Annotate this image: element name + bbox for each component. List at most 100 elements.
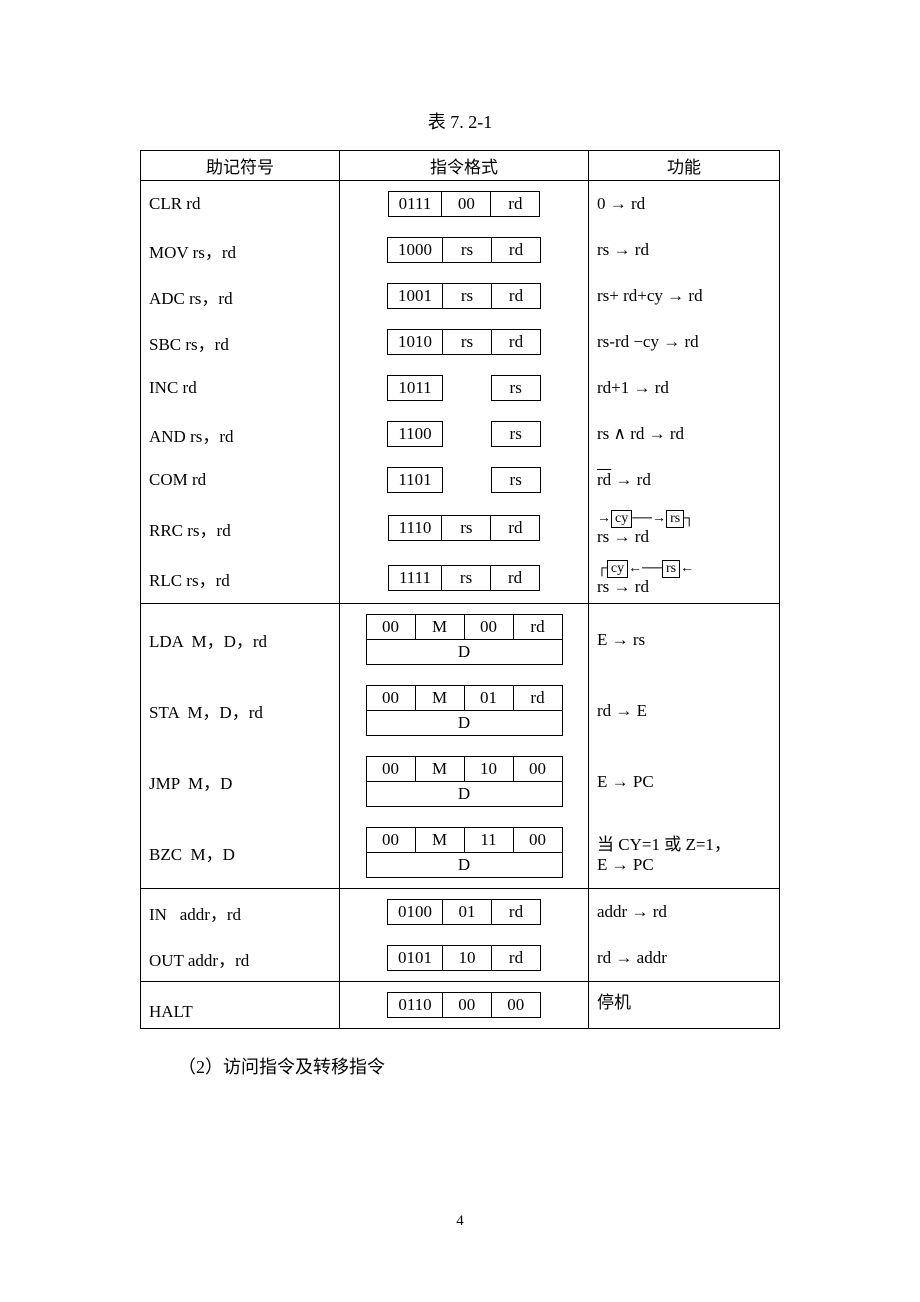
format-box: 00M1100D — [366, 827, 563, 878]
instruction-table: 助记符号 指令格式 功能 CLR rd011100rd0 → rdMOV rs，… — [140, 150, 780, 1029]
field1: 00 — [442, 993, 491, 1018]
mnemonic-cell: LDA M，D，rd — [141, 604, 340, 676]
format-cell: 1010rsrd — [340, 319, 589, 365]
opcode: 1001 — [388, 284, 443, 309]
format-box: 010001rd — [387, 899, 541, 925]
opcode: 1101 — [388, 468, 442, 493]
field1: rs — [443, 284, 492, 309]
table-row: RRC rs，rd1110rsrd→cy──→rs┐rs → rd — [141, 503, 780, 553]
opcode: 1011 — [388, 376, 442, 401]
mnemonic-cell: SBC rs，rd — [141, 319, 340, 365]
field2: rd — [492, 284, 541, 309]
field-empty — [442, 376, 491, 401]
table-row: IN addr，rd010001rdaddr → rd — [141, 889, 780, 936]
function-cell: rd → addr — [589, 935, 780, 982]
p1: 00 — [366, 615, 415, 640]
p1: 00 — [366, 828, 415, 853]
opcode: 0111 — [388, 192, 442, 217]
mnemonic-cell: IN addr，rd — [141, 889, 340, 936]
p4: rd — [513, 615, 562, 640]
format-cell: 1001rsrd — [340, 273, 589, 319]
field1: rs — [443, 330, 492, 355]
format-cell: 1000rsrd — [340, 227, 589, 273]
field2: rd — [491, 516, 540, 541]
field2: rs — [491, 422, 540, 447]
field1: 00 — [442, 192, 491, 217]
table-row: INC rd 1011 rs rd+1 → rd — [141, 365, 780, 411]
format-cell: 1011 rs — [340, 365, 589, 411]
field2: rs — [491, 376, 540, 401]
function-cell: rd+1 → rd — [589, 365, 780, 411]
table-row: HALT01100000停机 — [141, 982, 780, 1029]
format-cell: 010001rd — [340, 889, 589, 936]
field1: rs — [442, 516, 491, 541]
field2: rd — [492, 330, 541, 355]
format-box: 1001rsrd — [387, 283, 541, 309]
p3: 01 — [464, 686, 513, 711]
format-cell: 011100rd — [340, 181, 589, 228]
col-format: 指令格式 — [340, 151, 589, 181]
table-header-row: 助记符号 指令格式 功能 — [141, 151, 780, 181]
disp: D — [366, 711, 562, 736]
p1: 00 — [366, 757, 415, 782]
mnemonic-cell: OUT addr，rd — [141, 935, 340, 982]
field-empty — [442, 422, 491, 447]
field2: rd — [491, 192, 540, 217]
format-cell: 00M01rdD — [340, 675, 589, 746]
format-box: 1101 rs — [387, 467, 540, 493]
table-row: OUT addr，rd 010110rd rd → addr — [141, 935, 780, 982]
disp: D — [366, 782, 562, 807]
format-cell: 00M00rdD — [340, 604, 589, 676]
table-row: MOV rs，rd1000rsrdrs → rd — [141, 227, 780, 273]
p2: M — [415, 828, 464, 853]
caption-number: 7. 2-1 — [450, 112, 492, 132]
p4: 00 — [513, 828, 562, 853]
mnemonic-cell: JMP M，D — [141, 746, 340, 817]
p4: rd — [513, 686, 562, 711]
field2: rd — [492, 946, 541, 971]
mnemonic-cell: BZC M，D — [141, 817, 340, 889]
function-cell: rd → rd — [589, 457, 780, 503]
function-cell: rs-rd −cy → rd — [589, 319, 780, 365]
field1: 01 — [443, 900, 492, 925]
format-cell: 1110rsrd — [340, 503, 589, 553]
field-empty — [442, 468, 491, 493]
function-cell: rs ∧ rd → rd — [589, 411, 780, 457]
function-cell: rd → E — [589, 675, 780, 746]
opcode: 1111 — [388, 566, 441, 591]
table-row: COM rd 1101 rs rd → rd — [141, 457, 780, 503]
p2: M — [415, 615, 464, 640]
page-number: 4 — [0, 1213, 920, 1230]
opcode: 0110 — [388, 993, 442, 1018]
col-function: 功能 — [589, 151, 780, 181]
p1: 00 — [366, 686, 415, 711]
mnemonic-cell: AND rs，rd — [141, 411, 340, 457]
caption-prefix: 表 — [428, 112, 451, 132]
col-mnemonic: 助记符号 — [141, 151, 340, 181]
table-row: RLC rs，rd1111rsrd┌cy←──rs←rs → rd — [141, 553, 780, 604]
format-cell: 01100000 — [340, 982, 589, 1029]
format-box: 1110rsrd — [388, 515, 541, 541]
table-row: LDA M，D，rd00M00rdDE → rs — [141, 604, 780, 676]
opcode: 1000 — [388, 238, 443, 263]
function-cell: E → rs — [589, 604, 780, 676]
format-box: 00M1000D — [366, 756, 563, 807]
opcode: 1110 — [388, 516, 442, 541]
mnemonic-cell: COM rd — [141, 457, 340, 503]
function-cell: ┌cy←──rs←rs → rd — [589, 553, 780, 604]
table-row: SBC rs，rd 1010rsrd rs-rd −cy → rd — [141, 319, 780, 365]
function-cell: 0 → rd — [589, 181, 780, 228]
mnemonic-cell: HALT — [141, 982, 340, 1029]
table-row: JMP M，D00M1000DE → PC — [141, 746, 780, 817]
function-cell: 当 CY=1 或 Z=1，E → PC — [589, 817, 780, 889]
format-box: 1011 rs — [387, 375, 540, 401]
table-row: AND rs，rd1100 rsrs ∧ rd → rd — [141, 411, 780, 457]
format-box: 010110rd — [387, 945, 541, 971]
mnemonic-cell: INC rd — [141, 365, 340, 411]
disp: D — [366, 853, 562, 878]
function-cell: →cy──→rs┐rs → rd — [589, 503, 780, 553]
format-cell: 010110rd — [340, 935, 589, 982]
format-box: 1010rsrd — [387, 329, 541, 355]
format-box: 1111rsrd — [388, 565, 540, 591]
p4: 00 — [513, 757, 562, 782]
